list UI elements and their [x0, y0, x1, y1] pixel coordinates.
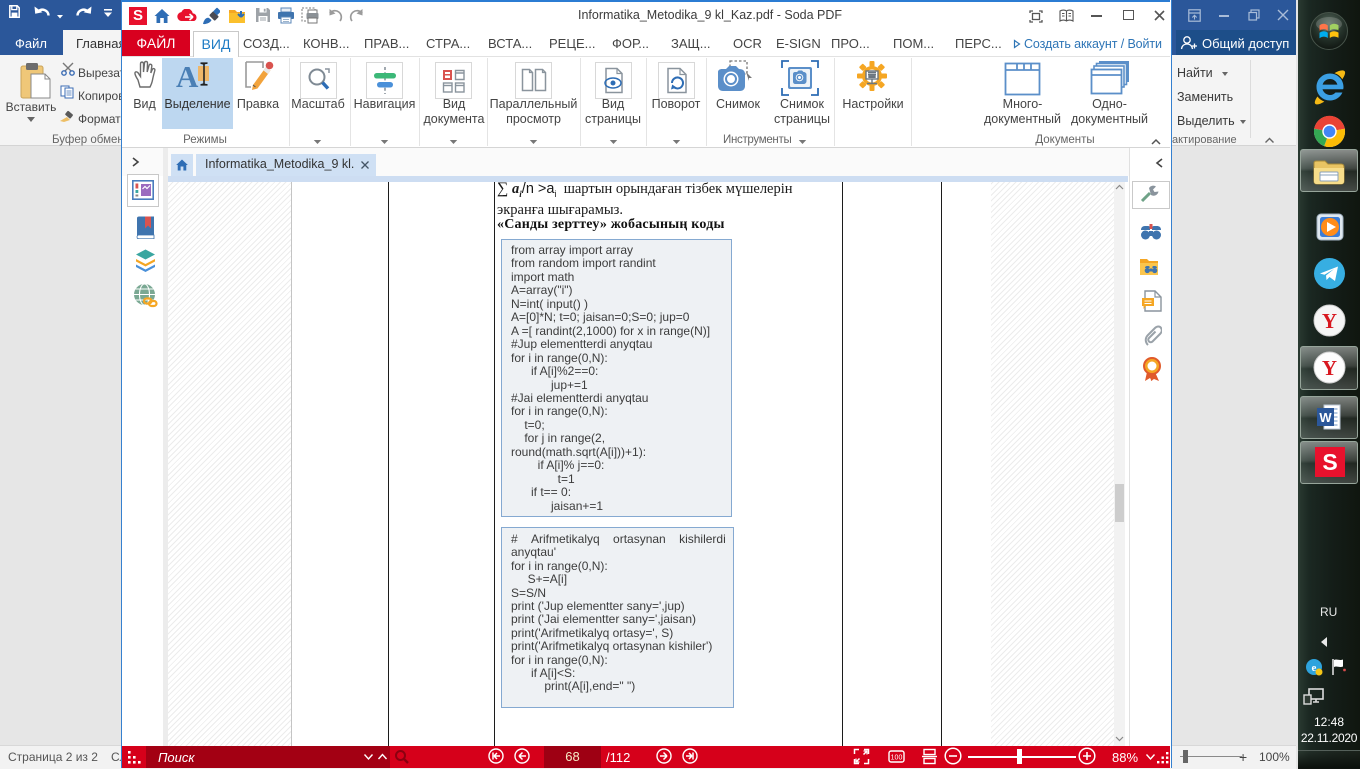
svg-text:Y: Y — [1322, 309, 1337, 333]
svg-text:W: W — [1319, 410, 1332, 425]
svg-text:Y: Y — [1322, 356, 1337, 380]
svg-text:100: 100 — [891, 755, 903, 762]
